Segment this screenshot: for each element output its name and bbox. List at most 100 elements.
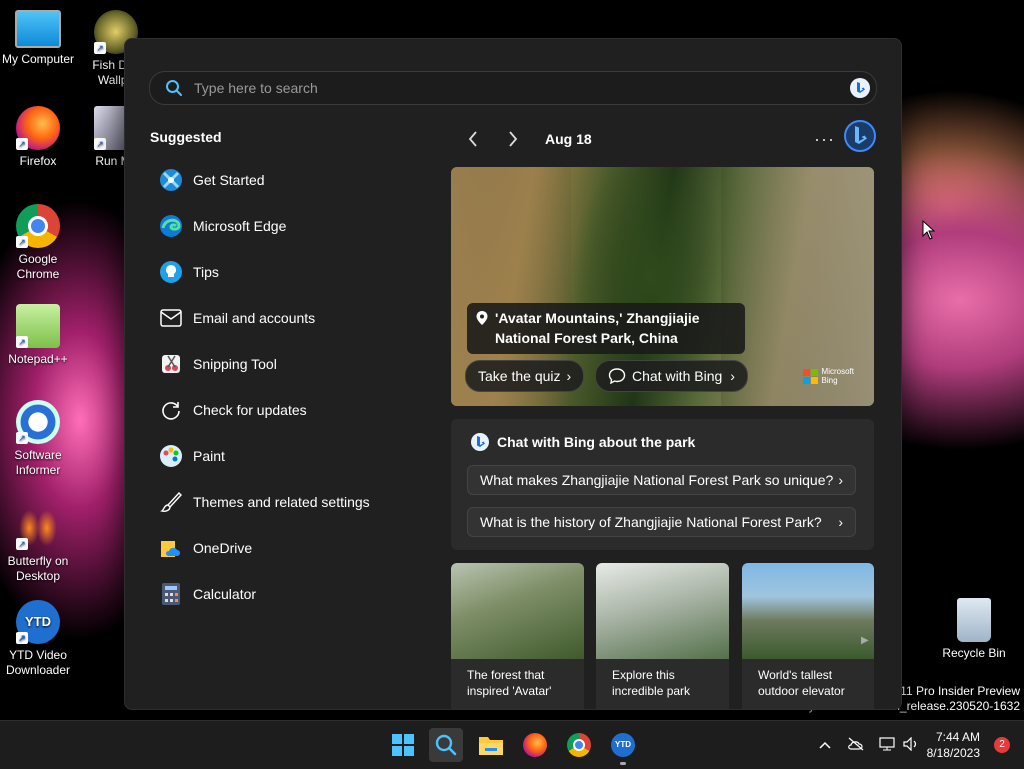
- bing-icon: [471, 433, 489, 451]
- ytd-icon: YTD ↗: [16, 600, 60, 644]
- more-options-button[interactable]: ···: [814, 129, 835, 150]
- chevron-right-icon: ›: [838, 514, 843, 530]
- suggested-item-paint[interactable]: Paint: [151, 433, 431, 479]
- clock[interactable]: 7:44 AM 8/18/2023: [927, 729, 980, 761]
- suggested-item-label: Themes and related settings: [193, 494, 370, 510]
- shortcut-arrow-icon: ↗: [16, 432, 28, 444]
- taskbar-chrome[interactable]: [562, 728, 596, 762]
- desktop-icon-chrome[interactable]: ↗ Google Chrome: [0, 204, 76, 282]
- chrome-icon: ↗: [16, 204, 60, 248]
- firefox-icon: ↗: [16, 106, 60, 150]
- desktop-icon-firefox[interactable]: ↗ Firefox: [0, 106, 76, 169]
- suggested-list: Get Started Microsoft Edge Tips Email an…: [151, 157, 431, 617]
- bing-icon[interactable]: [850, 78, 870, 98]
- suggested-item-label: Calculator: [193, 586, 257, 602]
- desktop-icon-notepad-plus[interactable]: ↗ Notepad++: [0, 304, 76, 367]
- suggested-item-label: Snipping Tool: [193, 356, 277, 372]
- thumbnail-title: Explore this: [612, 668, 675, 682]
- mouse-cursor-icon: [922, 220, 936, 240]
- search-box[interactable]: [149, 71, 877, 105]
- desktop-icon-label: My Computer: [1, 52, 75, 66]
- notification-badge[interactable]: 2: [994, 737, 1010, 753]
- chevron-right-icon: ›: [730, 368, 735, 384]
- desktop-icon-ytd[interactable]: YTD ↗ YTD Video Downloader: [0, 600, 76, 678]
- shortcut-arrow-icon: ↗: [16, 236, 28, 248]
- prev-day-button[interactable]: [461, 127, 485, 151]
- desktop-icon-label: Google Chrome: [16, 252, 60, 281]
- hero-caption[interactable]: 'Avatar Mountains,' Zhangjiajie National…: [467, 303, 745, 354]
- monitor-icon: [15, 10, 61, 48]
- chat-bubble-icon: [608, 368, 626, 384]
- suggested-item-check-updates[interactable]: Check for updates: [151, 387, 431, 433]
- shortcut-arrow-icon: ↗: [16, 138, 28, 150]
- chevron-right-icon: [509, 131, 518, 147]
- suggested-item-label: OneDrive: [193, 540, 253, 556]
- onedrive-icon: [159, 536, 183, 560]
- highlight-thumbnail[interactable]: World's tallest outdoor elevator: [742, 563, 874, 709]
- chat-with-bing-label: Chat with Bing: [632, 368, 723, 384]
- taskbar-search-button[interactable]: [429, 728, 463, 762]
- shortcut-arrow-icon: ↗: [16, 538, 28, 550]
- desktop-icon-software-informer[interactable]: ↗ Software Informer: [0, 400, 76, 478]
- get-started-icon: [159, 168, 183, 192]
- suggested-item-snipping-tool[interactable]: Snipping Tool: [151, 341, 431, 387]
- question-text: What is the history of Zhangjiajie Natio…: [480, 514, 822, 530]
- thumbnail-title: The forest that: [467, 668, 545, 682]
- suggested-item-onedrive[interactable]: OneDrive: [151, 525, 431, 571]
- suggested-item-label: Tips: [193, 264, 219, 280]
- calculator-icon: [159, 582, 183, 606]
- suggested-item-calculator[interactable]: Calculator: [151, 571, 431, 617]
- caption-line: 'Avatar Mountains,' Zhangjiajie: [495, 310, 700, 326]
- suggested-item-label: Check for updates: [193, 402, 307, 418]
- highlight-date: Aug 18: [545, 131, 592, 147]
- desktop-icon-label: YTD Video Downloader: [5, 648, 71, 677]
- taskbar-firefox[interactable]: [518, 728, 552, 762]
- highlight-hero-image[interactable]: 'Avatar Mountains,' Zhangjiajie National…: [451, 167, 874, 406]
- chat-with-bing-button[interactable]: Chat with Bing ›: [595, 360, 748, 392]
- shortcut-arrow-icon: ↗: [94, 42, 106, 54]
- butterfly-icon: ↗: [16, 506, 60, 550]
- suggested-item-label: Microsoft Edge: [193, 218, 287, 234]
- taskbar-file-explorer[interactable]: [474, 728, 508, 762]
- suggested-item-label: Paint: [193, 448, 225, 464]
- suggested-item-edge[interactable]: Microsoft Edge: [151, 203, 431, 249]
- take-quiz-button[interactable]: Take the quiz ›: [465, 360, 585, 392]
- chat-with-bing-card: Chat with Bing about the park What makes…: [451, 419, 874, 550]
- highlight-thumbnail[interactable]: Explore this incredible park: [596, 563, 729, 709]
- suggested-heading: Suggested: [150, 129, 222, 145]
- desktop-icon-label: Software Informer: [14, 448, 62, 477]
- ytd-icon: YTD: [611, 733, 635, 757]
- suggested-item-get-started[interactable]: Get Started: [151, 157, 431, 203]
- desktop-icon-butterfly[interactable]: ↗ Butterfly on Desktop: [0, 506, 76, 584]
- bing-question-button[interactable]: What is the history of Zhangjiajie Natio…: [467, 507, 856, 537]
- bing-question-button[interactable]: What makes Zhangjiajie National Forest P…: [467, 465, 856, 495]
- onedrive-offline-icon[interactable]: [847, 737, 865, 754]
- search-panel: Suggested Get Started Microsoft Edge Tip…: [124, 38, 902, 710]
- desktop-icon-label: Notepad++: [8, 352, 68, 366]
- taskbar-ytd[interactable]: YTD: [606, 728, 640, 765]
- start-button[interactable]: [386, 728, 420, 762]
- network-icon[interactable]: [879, 736, 895, 754]
- software-informer-icon: ↗: [16, 400, 60, 444]
- volume-icon[interactable]: [903, 736, 919, 754]
- highlight-thumbnail[interactable]: The forest that inspired 'Avatar': [451, 563, 584, 709]
- take-quiz-label: Take the quiz: [478, 368, 561, 384]
- desktop-icon-my-computer[interactable]: My Computer: [0, 10, 76, 67]
- bing-chat-button[interactable]: [843, 119, 877, 153]
- thumbnail-scroll-right-icon[interactable]: ▶: [861, 635, 873, 651]
- shortcut-arrow-icon: ↗: [94, 138, 106, 150]
- shortcut-arrow-icon: ↗: [16, 336, 28, 348]
- search-input[interactable]: [192, 79, 850, 97]
- chevron-up-icon[interactable]: [819, 738, 831, 752]
- thumbnail-image: [596, 563, 729, 659]
- tips-icon: [159, 260, 183, 284]
- desktop-icon-label: Butterfly on Desktop: [7, 554, 69, 583]
- snipping-tool-icon: [159, 352, 183, 376]
- suggested-item-email[interactable]: Email and accounts: [151, 295, 431, 341]
- suggested-item-themes[interactable]: Themes and related settings: [151, 479, 431, 525]
- next-day-button[interactable]: [501, 127, 525, 151]
- thumbnail-title: incredible park: [612, 684, 691, 698]
- desktop-icon-recycle-bin[interactable]: Recycle Bin: [936, 598, 1012, 661]
- taskbar: YTD 7:44 AM 8/18/2023 2: [0, 720, 1024, 769]
- suggested-item-tips[interactable]: Tips: [151, 249, 431, 295]
